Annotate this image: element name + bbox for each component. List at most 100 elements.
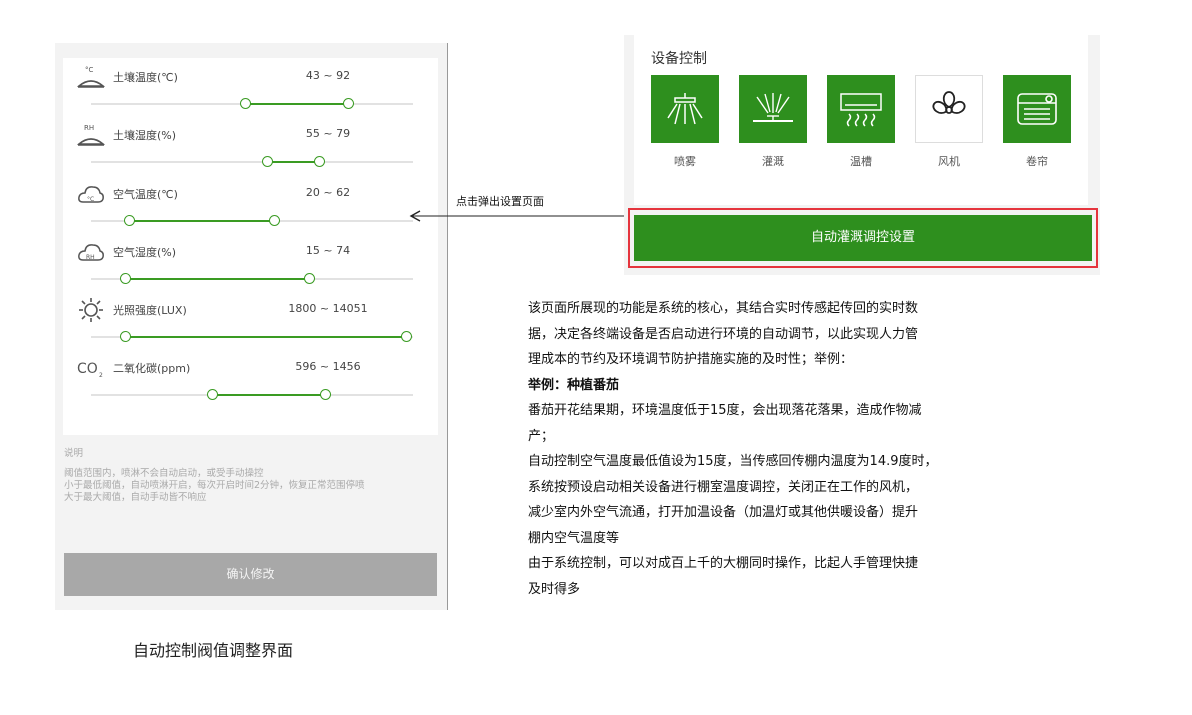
device-spray[interactable]: 喷雾 [651, 75, 719, 169]
co2-icon: CO 2 [77, 355, 103, 381]
popup-annotation: 点击弹出设置页面 [456, 195, 544, 208]
range-slider[interactable] [91, 156, 413, 167]
slider-min-handle[interactable] [123, 215, 135, 226]
air-humidity-icon: RH [77, 239, 104, 265]
description-line: 及时得多 [528, 581, 581, 597]
device-name: 卷帘 [1026, 155, 1048, 168]
threshold-range: 1800 ~ 14051 [288, 302, 368, 315]
threshold-label: 土壤湿度(%) [113, 129, 177, 142]
threshold-row-soil-temperature: °C 土壤温度(℃) 43 ~ 92 [63, 58, 438, 116]
slider-fill [129, 220, 275, 222]
soil-temperature-icon: °C [76, 64, 106, 90]
threshold-row-air-temperature: °C 空气温度(℃) 20 ~ 62 [63, 175, 438, 233]
description-line: 由于系统控制，可以对成百上千的大棚同时操作，比起人手管理快捷 [528, 556, 919, 571]
threshold-list: °C 土壤温度(℃) 43 ~ 92 RH 土壤湿度(%) 55 ~ 79 °C… [63, 58, 438, 435]
arrow-left-icon [409, 210, 626, 222]
description-line: 产； [528, 428, 555, 444]
description-line: 棚内空气温度等 [528, 530, 620, 546]
air-temperature-icon: °C [77, 181, 104, 207]
threshold-range: 15 ~ 74 [305, 244, 351, 257]
description-line: 理成本的节约及环境调节防护措施实施的及时性；举例： [528, 352, 854, 367]
slider-min-handle[interactable] [120, 273, 132, 284]
device-tile[interactable] [1003, 75, 1071, 143]
device-name: 温槽 [850, 155, 872, 168]
note-line: 阈值范围内，喷淋不会自动启动，或受手动操控 [64, 468, 264, 479]
spray-icon [667, 93, 703, 125]
device-name: 风机 [938, 155, 960, 168]
note-title: 说明 [64, 448, 84, 459]
slider-fill [268, 161, 320, 163]
device-name: 喷雾 [674, 155, 696, 168]
slider-fill [126, 278, 310, 280]
slider-max-handle[interactable] [313, 156, 325, 167]
slider-max-handle[interactable] [268, 215, 280, 226]
highlight-frame: 自动灌溉调控设置 [628, 208, 1098, 268]
svg-text:°C: °C [87, 196, 94, 203]
description-line: 番茄开花结果期，环境温度低于15度，会出现落花落果，造成作物减 [528, 403, 922, 418]
slider-min-handle[interactable] [207, 389, 219, 400]
slider-fill [126, 336, 407, 338]
threshold-range: 20 ~ 62 [305, 186, 351, 199]
soil-humidity-icon: RH [76, 122, 106, 148]
threshold-row-soil-humidity: RH 土壤湿度(%) 55 ~ 79 [63, 116, 438, 174]
threshold-range: 596 ~ 1456 [295, 360, 361, 373]
note-line: 小于最低阈值，自动喷淋开启，每次开启时间2分钟，恢复正常范围停喷 [64, 480, 365, 491]
device-name: 灌溉 [762, 155, 784, 168]
slider-max-handle[interactable] [303, 273, 315, 284]
threshold-row-air-humidity: RH 空气湿度(%) 15 ~ 74 [63, 233, 438, 291]
threshold-row-co2: CO 2 二氧化碳(ppm) 596 ~ 1456 [63, 349, 438, 407]
threshold-label: 空气湿度(%) [113, 246, 177, 259]
slider-max-handle[interactable] [320, 389, 332, 400]
example-heading: 举例：种植番茄 [528, 377, 620, 393]
slider-fill [213, 394, 327, 396]
svg-text:°C: °C [85, 66, 94, 74]
range-slider[interactable] [91, 98, 413, 109]
device-irrigation[interactable]: 灌溉 [739, 75, 807, 169]
threshold-label: 空气温度(℃) [113, 188, 178, 201]
roller-blind-icon [1017, 93, 1057, 125]
range-slider[interactable] [91, 215, 413, 226]
slider-max-handle[interactable] [342, 98, 354, 109]
description-line: 该页面所展现的功能是系统的核心，其结合实时传感起传回的实时数 [528, 301, 919, 316]
device-tile[interactable] [651, 75, 719, 143]
description-line: 系统按预设启动相关设备进行棚室温度调控，关闭正在工作的风机， [528, 479, 919, 495]
heater-icon [840, 93, 882, 127]
svg-text:CO: CO [77, 361, 98, 377]
slider-max-handle[interactable] [400, 331, 412, 342]
note-section: 说明 阈值范围内，喷淋不会自动启动，或受手动操控 小于最低阈值，自动喷淋开启，每… [64, 448, 444, 504]
device-control-title: 设备控制 [651, 51, 707, 67]
slider-fill [245, 103, 349, 105]
description-line: 减少室内外空气流通，打开加温设备（加温灯或其他供暖设备）提升 [528, 505, 919, 520]
slider-min-handle[interactable] [262, 156, 274, 167]
left-caption: 自动控制阀值调整界面 [133, 641, 294, 660]
fan-icon [932, 91, 966, 114]
device-roller-blind[interactable]: 卷帘 [1003, 75, 1071, 169]
range-slider[interactable] [91, 273, 413, 284]
threshold-label: 光照强度(LUX) [113, 304, 187, 317]
confirm-button[interactable]: 确认修改 [64, 553, 437, 596]
device-heater[interactable]: 温槽 [827, 75, 895, 169]
threshold-settings-panel: °C 土壤温度(℃) 43 ~ 92 RH 土壤湿度(%) 55 ~ 79 °C… [55, 43, 448, 610]
svg-text:2: 2 [99, 372, 103, 379]
auto-irrigation-settings-button[interactable]: 自动灌溉调控设置 [634, 215, 1092, 261]
svg-text:RH: RH [84, 124, 94, 132]
description-text: 该页面所展现的功能是系统的核心，其结合实时传感起传回的实时数 据，决定各终端设备… [528, 296, 1148, 602]
irrigation-icon [753, 93, 793, 122]
device-tile[interactable] [827, 75, 895, 143]
description-line: 据，决定各终端设备是否启动进行环境的自动调节，以此实现人力管 [528, 326, 919, 342]
slider-min-handle[interactable] [239, 98, 251, 109]
device-card: 设备控制 喷雾 灌溉 温槽 风机 卷帘 [634, 35, 1088, 205]
device-tile[interactable] [739, 75, 807, 143]
light-intensity-icon [77, 297, 103, 323]
description-line: 自动控制空气温度最低值设为15度，当传感回传棚内温度为14.9度时， [528, 454, 938, 469]
threshold-range: 55 ~ 79 [305, 127, 351, 140]
threshold-label: 二氧化碳(ppm) [113, 362, 191, 375]
range-slider[interactable] [91, 389, 413, 400]
threshold-range: 43 ~ 92 [305, 69, 351, 82]
range-slider[interactable] [91, 331, 413, 342]
threshold-row-light-intensity: 光照强度(LUX) 1800 ~ 14051 [63, 291, 438, 349]
device-fan[interactable]: 风机 [915, 75, 983, 169]
device-tile[interactable] [915, 75, 983, 143]
note-line: 大于最大阈值，自动手动皆不响应 [64, 492, 207, 503]
slider-min-handle[interactable] [120, 331, 132, 342]
